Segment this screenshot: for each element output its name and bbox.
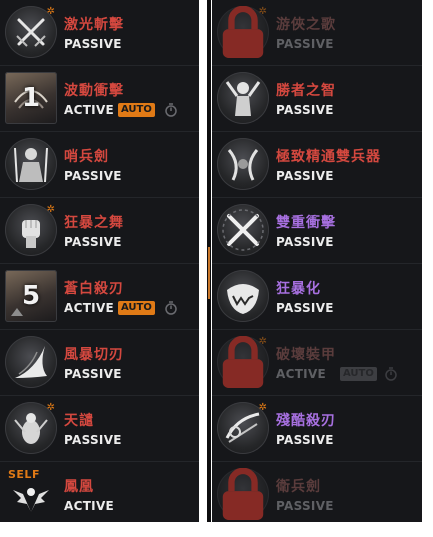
skill-list-left: ✲ 激光斬擊 PASSIVE 1 波動衝擊 ACTIVE AUTO 哨兵劍 PA… [0, 0, 199, 522]
skill-row[interactable]: ✲ 殘酷殺刃 PASSIVE [212, 396, 422, 462]
skill-name: 殘酷殺刃 [276, 413, 336, 429]
skill-type: ACTIVE [276, 367, 327, 381]
skill-type: PASSIVE [64, 433, 122, 447]
skill-row[interactable]: ✲ 天譴 PASSIVE [0, 396, 199, 462]
skill-type: ACTIVE [64, 301, 115, 315]
skill-name: 破壞裝甲 [276, 347, 336, 363]
scroll-indicator[interactable] [208, 247, 210, 299]
pale-blade-icon: 5 [5, 270, 57, 322]
skill-name: 狂暴化 [276, 281, 321, 297]
impact-wave-icon: 1 [5, 72, 57, 124]
skill-name: 哨兵劍 [64, 149, 109, 165]
skill-name: 雙重衝擊 [276, 215, 336, 231]
skill-row[interactable]: 哨兵劍 PASSIVE [0, 132, 199, 198]
lock-icon [217, 468, 269, 520]
cooldown-timer-icon [385, 367, 397, 381]
skill-name: 風暴切刃 [64, 347, 124, 363]
crossed-swords-icon: ✲ [5, 6, 57, 58]
skill-row[interactable]: 狂暴化 PASSIVE [212, 264, 422, 330]
skill-list-right: ✲ 游俠之歌 PASSIVE 勝者之智 PASSIVE 極致精通雙兵器 PASS… [212, 0, 422, 522]
skill-row-locked[interactable]: ✲ 游俠之歌 PASSIVE [212, 0, 422, 66]
skill-level: 1 [21, 83, 41, 113]
dual-weapon-icon [217, 138, 269, 190]
auto-badge[interactable]: AUTO [118, 301, 155, 315]
skill-type: PASSIVE [276, 301, 334, 315]
skill-row[interactable]: ✲ 激光斬擊 PASSIVE [0, 0, 199, 66]
double-strike-icon [217, 204, 269, 256]
skill-row[interactable]: 風暴切刃 PASSIVE [0, 330, 199, 396]
sparkle-icon: ✲ [258, 336, 267, 347]
skill-type: PASSIVE [276, 37, 334, 51]
skill-type: PASSIVE [276, 499, 334, 513]
cooldown-timer-icon [165, 103, 177, 117]
skill-name: 勝者之智 [276, 83, 336, 99]
skill-row[interactable]: 勝者之智 PASSIVE [212, 66, 422, 132]
cruel-blade-icon: ✲ [217, 402, 269, 454]
sparkle-icon: ✲ [258, 6, 267, 17]
sparkle-icon: ✲ [46, 204, 55, 215]
skill-row-locked[interactable]: ✲ 破壞裝甲 ACTIVE AUTO [212, 330, 422, 396]
skill-name: 波動衝擊 [64, 83, 124, 99]
skill-row-locked[interactable]: 衛兵劍 PASSIVE [212, 462, 422, 522]
skill-type: ACTIVE [64, 103, 115, 117]
skill-name: 鳳凰 [64, 479, 94, 495]
skill-type: PASSIVE [64, 235, 122, 249]
berserk-icon [217, 270, 269, 322]
skill-name: 蒼白殺刃 [64, 281, 124, 297]
skill-type: PASSIVE [64, 37, 122, 51]
sentinel-icon [5, 138, 57, 190]
sparkle-icon: ✲ [46, 6, 55, 17]
sparkle-icon: ✲ [46, 402, 55, 413]
lock-icon: ✲ [217, 6, 269, 58]
fist-icon: ✲ [5, 204, 57, 256]
lock-icon: ✲ [217, 336, 269, 388]
auto-badge[interactable]: AUTO [118, 103, 155, 117]
self-badge: SELF [8, 468, 40, 481]
skill-type: PASSIVE [276, 169, 334, 183]
skill-type: PASSIVE [276, 103, 334, 117]
skill-type: PASSIVE [64, 169, 122, 183]
auto-badge: AUTO [340, 367, 377, 381]
skill-name: 游俠之歌 [276, 17, 336, 33]
storm-blade-icon [5, 336, 57, 388]
skill-name: 狂暴之舞 [64, 215, 124, 231]
skill-type: ACTIVE [64, 499, 115, 513]
cooldown-timer-icon [165, 301, 177, 315]
nemesis-icon: ✲ [5, 402, 57, 454]
skill-type: PASSIVE [64, 367, 122, 381]
skill-row[interactable]: 5 蒼白殺刃 ACTIVE AUTO [0, 264, 199, 330]
skill-row[interactable]: 極致精通雙兵器 PASSIVE [212, 132, 422, 198]
skill-name: 天譴 [64, 413, 94, 429]
skill-type: PASSIVE [276, 235, 334, 249]
sparkle-icon: ✲ [258, 402, 267, 413]
skill-name: 衛兵劍 [276, 479, 321, 495]
skill-name: 激光斬擊 [64, 17, 124, 33]
skill-row[interactable]: 雙重衝擊 PASSIVE [212, 198, 422, 264]
skill-type: PASSIVE [276, 433, 334, 447]
skill-name: 極致精通雙兵器 [276, 149, 381, 165]
victor-icon [217, 72, 269, 124]
skill-row[interactable]: ✲ 狂暴之舞 PASSIVE [0, 198, 199, 264]
skill-row[interactable]: 1 波動衝擊 ACTIVE AUTO [0, 66, 199, 132]
skill-row[interactable]: SELF 鳳凰 ACTIVE [0, 462, 199, 522]
